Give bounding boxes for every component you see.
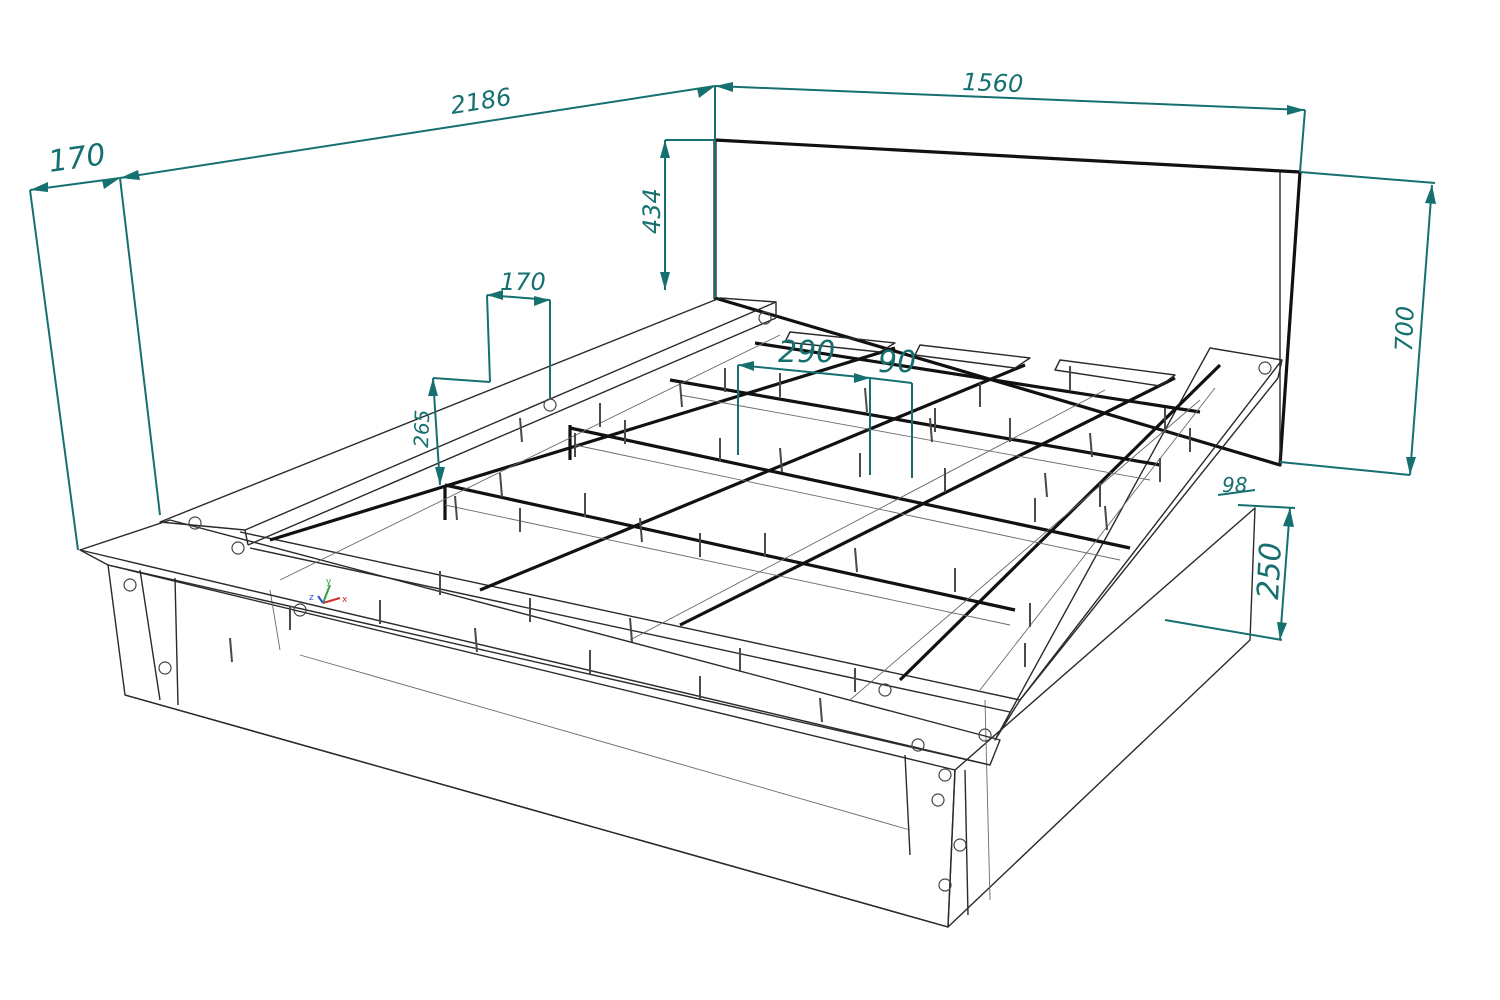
bolt-pin	[854, 547, 858, 573]
screw-hole	[938, 768, 952, 782]
dimension-lines	[29, 82, 1436, 641]
dim-170-depth: 170	[46, 137, 108, 180]
screw-hole	[543, 398, 557, 412]
bolt-pin	[229, 637, 233, 663]
bolt-pin	[454, 495, 458, 521]
bolt-pin	[779, 447, 783, 473]
axis-x-label: x	[342, 595, 348, 605]
screw-hole	[878, 683, 892, 697]
screw-hole	[1258, 361, 1272, 375]
dim-434: 434	[638, 188, 666, 234]
dim-250: 250	[1251, 541, 1289, 600]
bolt-pin	[819, 697, 823, 723]
screw-hole	[123, 578, 137, 592]
bolt-pin	[929, 417, 933, 443]
bolt-pin	[629, 617, 633, 643]
dim-98: 98	[1222, 473, 1247, 497]
dim-700: 700	[1390, 305, 1420, 352]
axis-triad: x y z	[309, 577, 348, 605]
bed-base-box	[107, 507, 1256, 928]
screw-hole	[231, 541, 245, 555]
dim-170-rail: 170	[500, 268, 546, 296]
axis-y-label: y	[326, 577, 332, 587]
dim-265: 265	[409, 409, 434, 448]
bolt-pin	[519, 417, 523, 443]
bolt-pin	[679, 382, 683, 408]
dim-2186: 2186	[449, 83, 514, 120]
screw-hole	[953, 838, 967, 852]
dimension-labels: 2186 1560 170 170 434 700 265 290 90 98 …	[46, 68, 1419, 600]
dim-290: 290	[778, 335, 835, 370]
bed-drawing-canvas: x y z 2186 1560 170 170 434 700 265 290 …	[29, 68, 1436, 928]
bolt-pin	[499, 472, 503, 498]
axis-z-label: z	[309, 593, 314, 603]
bolt-pin	[1044, 472, 1048, 498]
dim-90: 90	[878, 345, 916, 380]
screw-hole	[931, 793, 945, 807]
screw-hole	[158, 661, 172, 675]
headboard	[713, 138, 1302, 467]
bolt-pin	[864, 387, 868, 413]
bolt-pin	[1104, 505, 1108, 531]
dim-1560: 1560	[962, 68, 1024, 98]
top-frame	[79, 297, 1283, 766]
